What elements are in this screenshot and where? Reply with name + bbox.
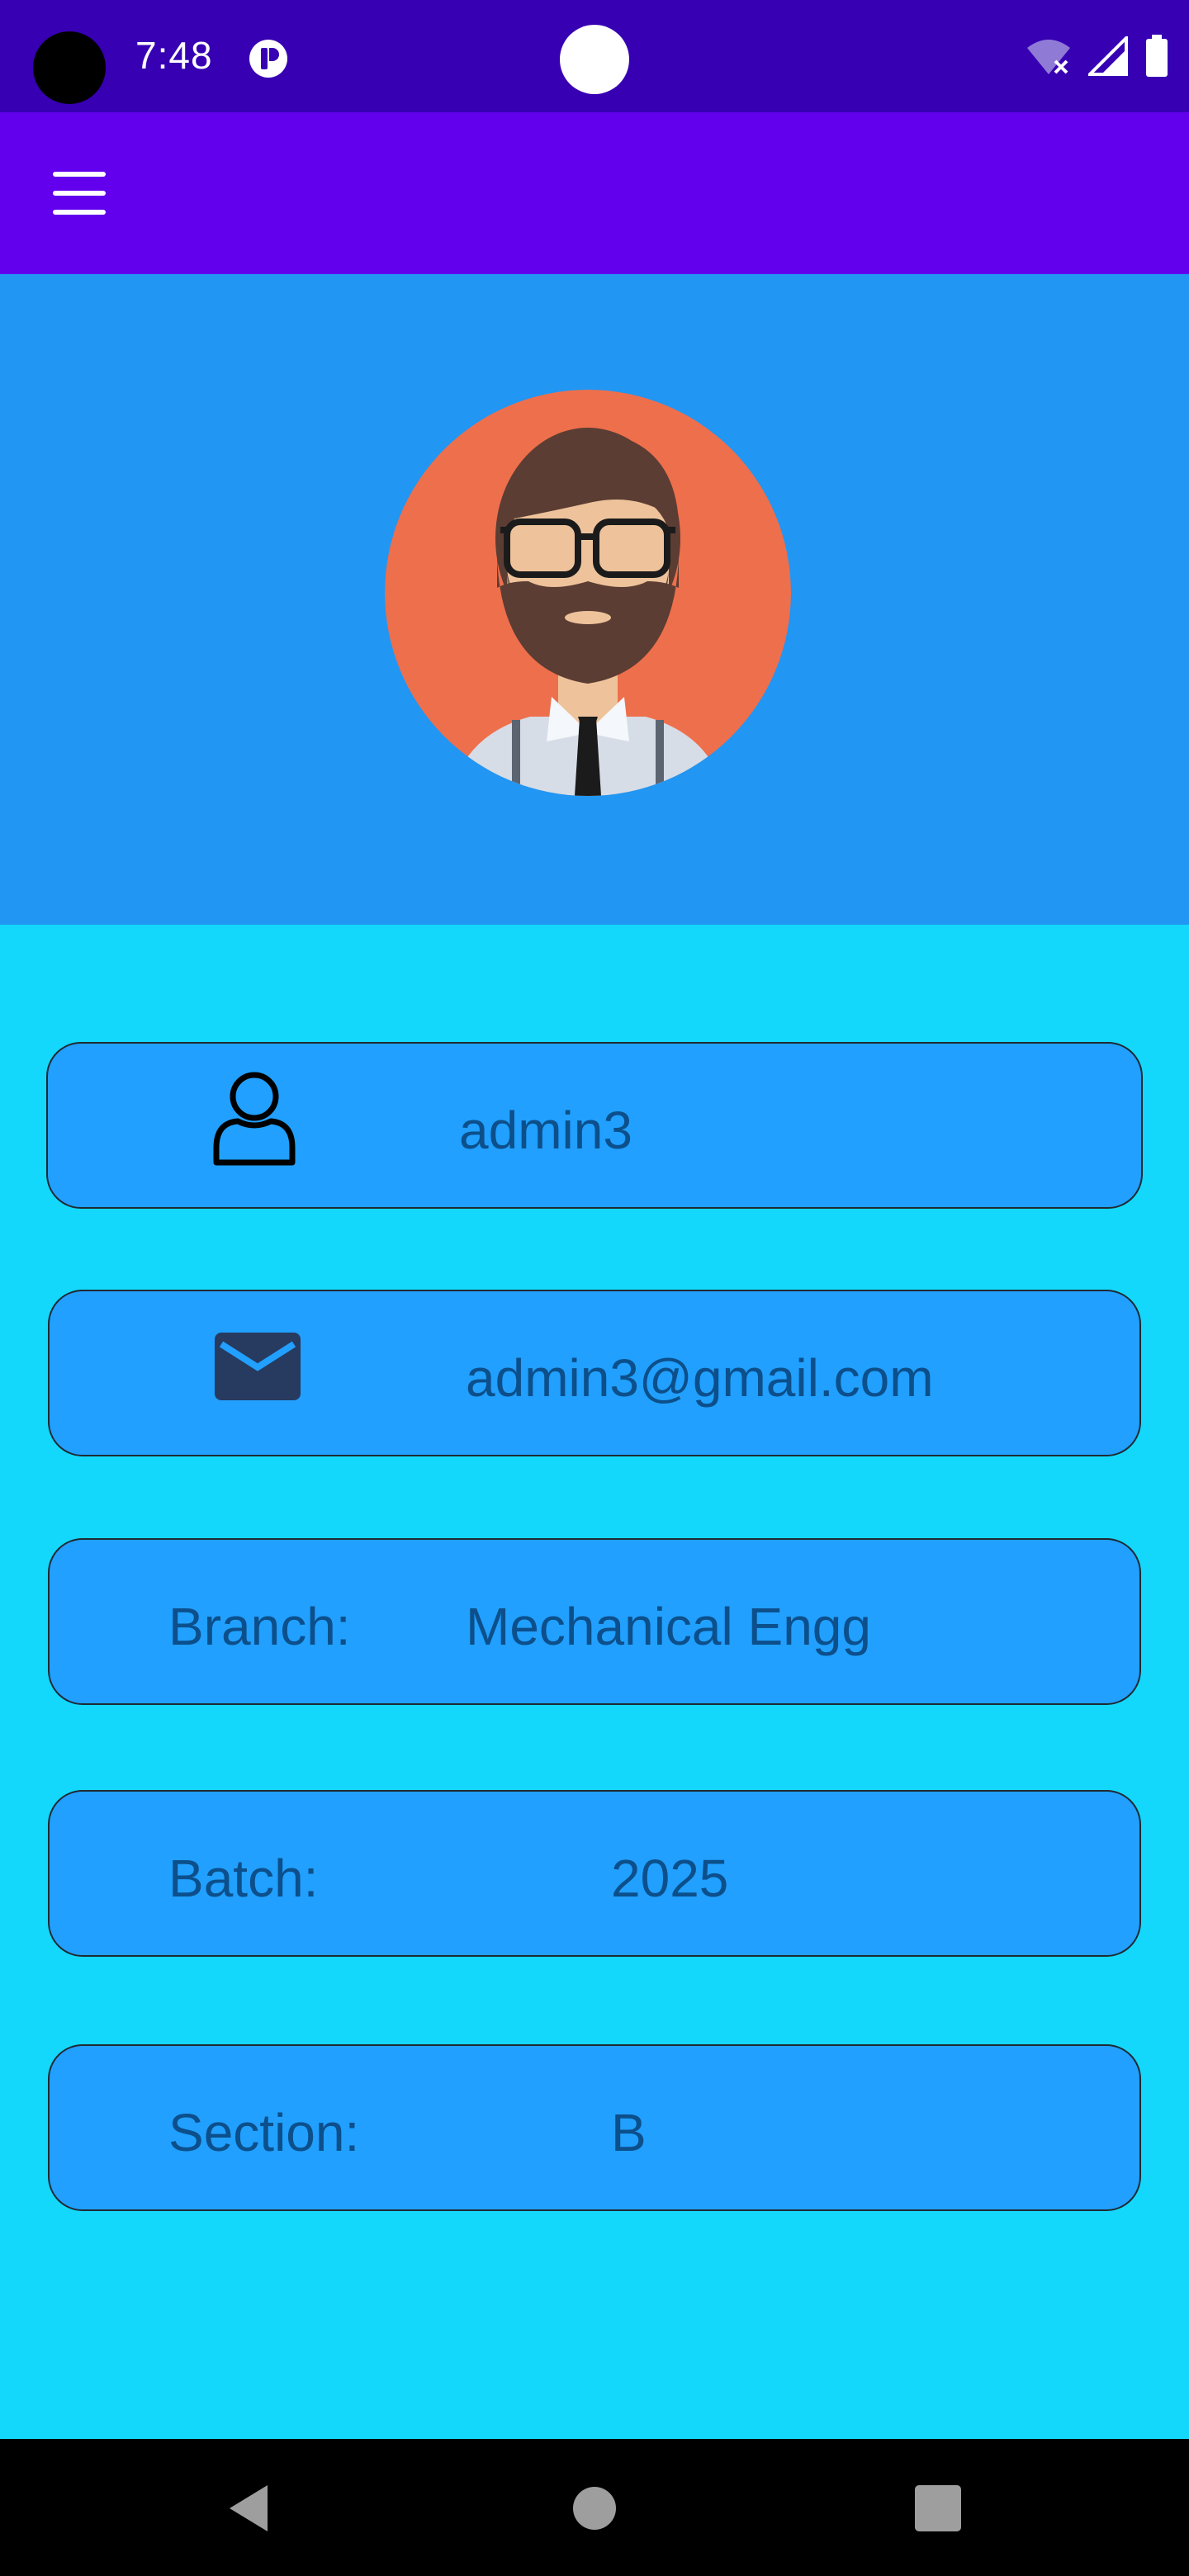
app-notification-icon <box>249 40 287 78</box>
wifi-off-icon <box>1027 40 1070 74</box>
batch-field[interactable]: Batch: 2025 <box>48 1790 1141 1957</box>
recents-square-icon[interactable] <box>908 2479 968 2538</box>
batch-label: Batch: <box>168 1849 319 1908</box>
mail-icon <box>215 1333 301 1400</box>
profile-header <box>0 274 1189 925</box>
user-icon <box>213 1072 296 1166</box>
section-value: B <box>611 2103 647 2162</box>
status-bar: 7:48 <box>0 0 1189 112</box>
camera-cutout <box>33 31 106 104</box>
app-bar <box>0 112 1189 274</box>
branch-field[interactable]: Branch: Mechanical Engg <box>48 1538 1141 1705</box>
battery-icon <box>1146 35 1168 77</box>
back-triangle-icon[interactable] <box>220 2479 279 2538</box>
avatar[interactable] <box>385 390 791 796</box>
section-label: Section: <box>168 2103 360 2162</box>
status-time: 7:48 <box>135 34 213 77</box>
section-field[interactable]: Section: B <box>48 2044 1141 2211</box>
branch-label: Branch: <box>168 1597 351 1656</box>
username-field[interactable]: admin3 <box>46 1042 1143 1209</box>
notch-indicator <box>560 25 629 94</box>
hamburger-menu-icon[interactable] <box>43 163 116 223</box>
email-field[interactable]: admin3@gmail.com <box>48 1290 1141 1456</box>
home-circle-icon[interactable] <box>565 2479 624 2538</box>
branch-value: Mechanical Engg <box>466 1597 871 1656</box>
system-nav-bar <box>0 2439 1189 2576</box>
email-value: admin3@gmail.com <box>466 1348 934 1408</box>
batch-value: 2025 <box>611 1849 729 1908</box>
status-icons <box>1026 35 1169 78</box>
signal-icon <box>1088 36 1128 76</box>
username-value: admin3 <box>459 1101 632 1160</box>
